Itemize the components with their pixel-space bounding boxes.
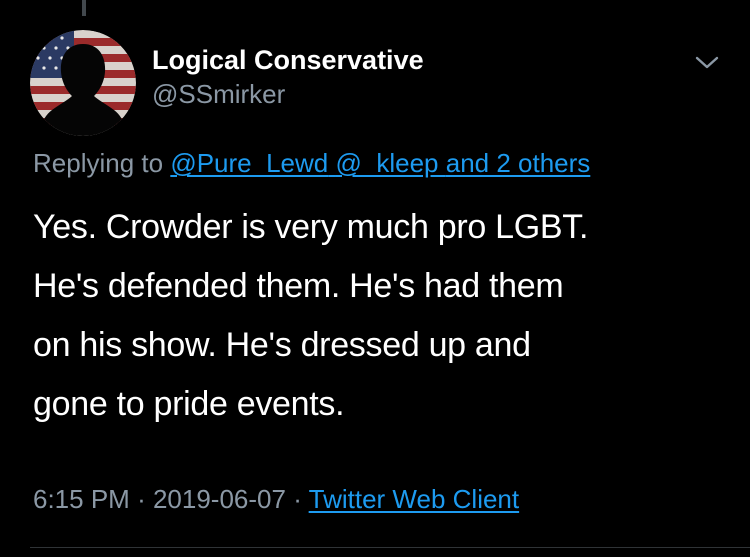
author-handle[interactable]: @SSmirker xyxy=(152,78,424,110)
replying-to-label: Replying to xyxy=(33,148,171,178)
tweet-time[interactable]: 6:15 PM xyxy=(33,484,130,514)
replying-to-line: Replying to @Pure_Lewd @_kleep and 2 oth… xyxy=(33,146,590,180)
tweet-source-link[interactable]: Twitter Web Client xyxy=(309,484,519,514)
tweet-menu-button[interactable] xyxy=(693,50,721,74)
author-display-name[interactable]: Logical Conservative xyxy=(152,44,424,76)
tweet-meta-line: 6:15 PM · 2019-06-07 · Twitter Web Clien… xyxy=(33,482,519,516)
bottom-divider xyxy=(30,547,750,548)
avatar[interactable] xyxy=(30,30,136,136)
flag-silhouette-avatar-icon xyxy=(30,30,136,136)
thread-connector-line xyxy=(82,0,86,16)
author-info: Logical Conservative @SSmirker xyxy=(152,44,424,110)
reply-and-others-link[interactable]: and 2 others xyxy=(446,148,591,178)
chevron-down-icon xyxy=(695,56,719,69)
meta-separator: · xyxy=(137,484,146,514)
reply-mention-kleep[interactable]: @_kleep xyxy=(335,148,438,178)
tweet-date[interactable]: 2019-06-07 xyxy=(153,484,286,514)
reply-mention-pure-lewd[interactable]: @Pure_Lewd xyxy=(170,148,328,178)
meta-separator: · xyxy=(293,484,302,514)
tweet-body-text: Yes. Crowder is very much pro LGBT. He's… xyxy=(33,208,589,423)
